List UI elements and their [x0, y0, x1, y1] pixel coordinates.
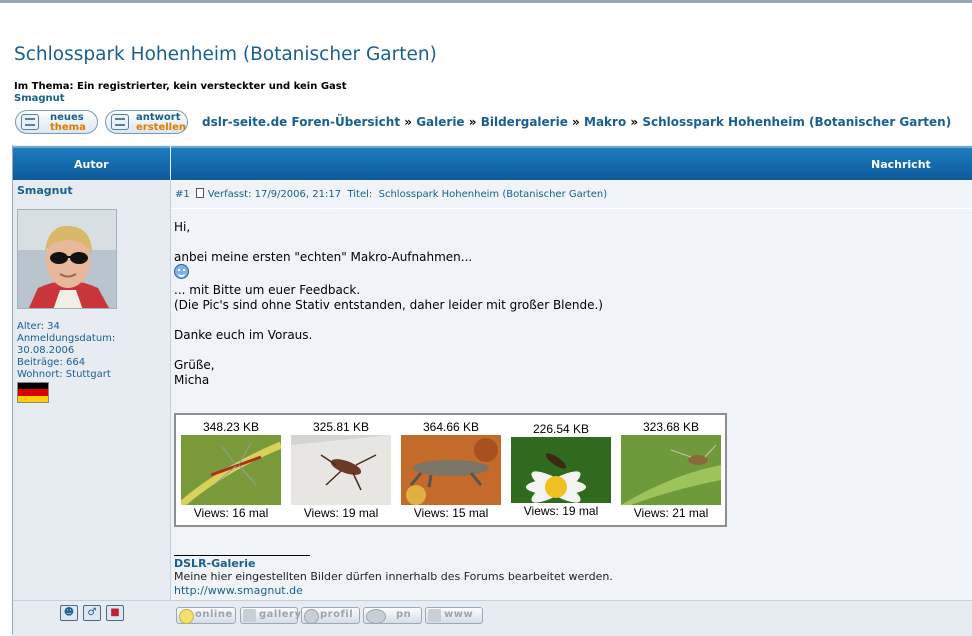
post-number-link[interactable]: #1 [175, 189, 190, 200]
post-document-icon[interactable] [195, 188, 204, 198]
fly-on-leaf-thumbnail[interactable] [621, 435, 721, 505]
car-icon[interactable]: ■ [106, 605, 124, 621]
gallery-button[interactable]: gallery [240, 607, 301, 624]
gallery-item[interactable]: 323.68 KB Views: 21 mal [621, 420, 721, 520]
signature-title-link[interactable]: DSLR-Galerie [174, 557, 255, 570]
male-icon[interactable]: ♂ [83, 605, 101, 621]
author-name[interactable]: Smagnut [17, 184, 73, 197]
online-button[interactable]: online [176, 607, 236, 624]
signature-url-link[interactable]: http://www.smagnut.de [174, 584, 303, 597]
lizard-thumbnail[interactable] [401, 435, 501, 505]
header-author-label: Autor [74, 158, 109, 171]
gallery-label: gallery [259, 609, 302, 620]
top-border [0, 0, 972, 3]
house-icon [428, 609, 441, 622]
germany-flag-icon [17, 382, 49, 403]
profile-icon[interactable]: ☻ [60, 605, 78, 621]
gallery-item[interactable]: 364.66 KB Views: 15 mal [401, 420, 501, 520]
document-icon [111, 114, 129, 130]
gallery-views: Views: 16 mal [193, 506, 269, 520]
pm-label: pn [396, 609, 412, 620]
new-topic-line2: thema [50, 122, 86, 133]
gallery-views: Views: 19 mal [303, 506, 379, 520]
gallery-size: 226.54 KB [532, 422, 590, 436]
profile-label: profil [320, 609, 354, 620]
pm-button[interactable]: pn [363, 607, 422, 624]
post-date: Verfasst: 17/9/2006, 21:17 [207, 189, 342, 200]
www-button[interactable]: www [425, 607, 483, 624]
gallery-views: Views: 21 mal [633, 506, 709, 520]
author-posts: Beiträge: 664 [17, 357, 86, 368]
header-message-label: Nachricht [871, 158, 931, 171]
post-title-label: Titel: [347, 189, 373, 200]
header-author: Autor [13, 146, 170, 180]
viewer-name-link[interactable]: Smagnut [14, 93, 65, 104]
breadcrumb: dslr-seite.de Foren-Übersicht » Galerie … [202, 115, 952, 129]
author-joined-date: 30.08.2006 [17, 345, 75, 356]
dragonfly-thumbnail[interactable] [181, 435, 281, 505]
post-line-3: (Die Pic's sind ohne Stativ entstanden, … [174, 298, 603, 312]
avatar [17, 209, 117, 309]
signature-divider [174, 555, 310, 556]
gallery-views: Views: 19 mal [523, 504, 599, 518]
gallery-item[interactable]: 325.81 KB Views: 19 mal [291, 420, 391, 520]
message-column [171, 180, 972, 600]
signature-text: Meine hier eingestellten Bilder dürfen i… [174, 570, 613, 583]
breadcrumb-topic[interactable]: Schlosspark Hohenheim (Botanischer Garte… [642, 115, 951, 129]
gallery-views: Views: 15 mal [413, 506, 489, 520]
reply-button[interactable]: antwort erstellen [105, 110, 188, 134]
reply-line2: erstellen [136, 122, 186, 133]
document-icon [21, 114, 39, 130]
post-footer [13, 600, 972, 636]
user-icon [304, 609, 319, 624]
smiley-icon [174, 264, 189, 279]
gallery-size: 364.66 KB [422, 420, 480, 434]
users-icon [366, 609, 386, 624]
header-message: Nachricht [171, 146, 972, 180]
post-title: Schlosspark Hohenheim (Botanischer Garte… [378, 189, 608, 200]
www-label: www [444, 609, 474, 620]
post-line-1: anbei meine ersten "echten" Makro-Aufnah… [174, 250, 473, 264]
post-meta: #1 Verfasst: 17/9/2006, 21:17 Titel: Schl… [175, 188, 607, 200]
breadcrumb-makro[interactable]: Makro [584, 115, 626, 129]
breadcrumb-galerie[interactable]: Galerie [416, 115, 464, 129]
post-greeting: Hi, [174, 220, 191, 234]
gallery-item[interactable]: 348.23 KB Views: 16 mal [181, 420, 281, 520]
breadcrumb-bildergalerie[interactable]: Bildergalerie [481, 115, 568, 129]
gallery-size: 325.81 KB [312, 420, 370, 434]
lightbulb-icon [179, 609, 194, 624]
image-gallery: 348.23 KB Views: 16 mal 325.81 KB Views:… [174, 413, 727, 527]
gallery-size: 323.68 KB [642, 420, 700, 434]
gallery-size: 348.23 KB [202, 420, 260, 434]
author-age: Alter: 34 [17, 321, 60, 332]
bug-thumbnail[interactable] [291, 435, 391, 505]
author-location: Wohnort: Stuttgart [17, 369, 111, 380]
post-line-6: Micha [174, 373, 210, 387]
viewers-line: Im Thema: Ein registrierter, kein verste… [14, 81, 347, 92]
post-divider [171, 208, 972, 209]
profile-button[interactable]: profil [301, 607, 360, 624]
breadcrumb-forum-index[interactable]: dslr-seite.de Foren-Übersicht [202, 115, 400, 129]
page-title[interactable]: Schlosspark Hohenheim (Botanischer Garte… [14, 44, 437, 65]
gallery-item[interactable]: 226.54 KB Views: 19 mal [511, 422, 611, 518]
author-joined-label: Anmeldungsdatum: [17, 333, 116, 344]
post-line-4: Danke euch im Voraus. [174, 328, 313, 342]
post-line-5: Grüße, [174, 358, 215, 372]
online-label: online [195, 609, 233, 620]
hoverfly-thumbnail[interactable] [511, 437, 611, 503]
new-topic-button[interactable]: neues thema [15, 110, 98, 134]
camera-icon [243, 609, 256, 622]
post-line-2: ... mit Bitte um euer Feedback. [174, 283, 361, 297]
